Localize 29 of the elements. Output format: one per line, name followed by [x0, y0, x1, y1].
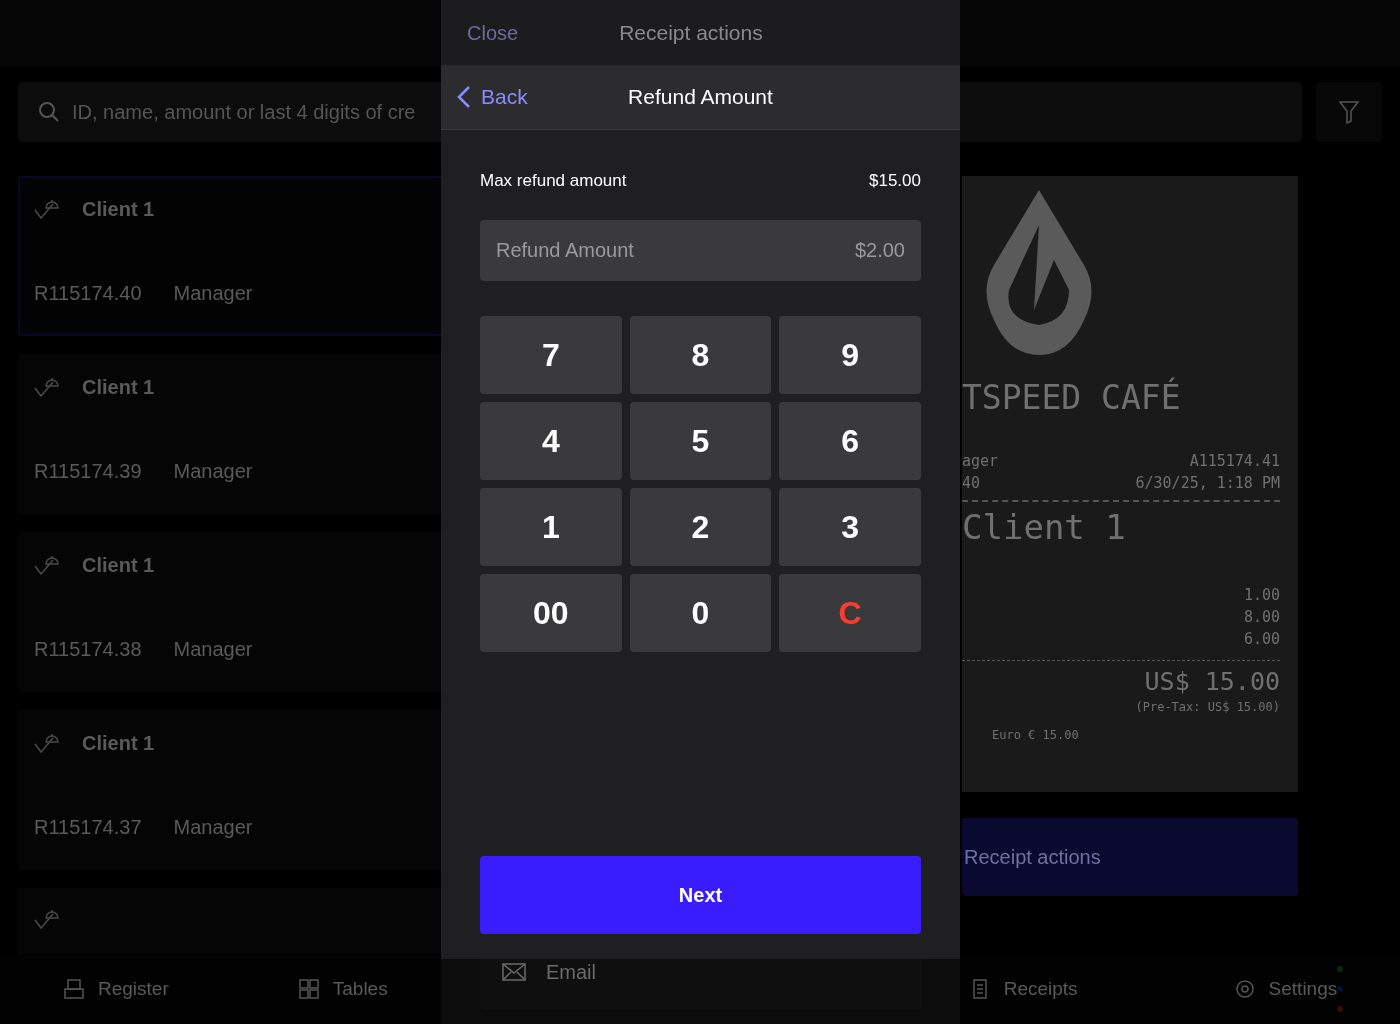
receipt-number: R115174.38 — [34, 637, 142, 662]
client-name: Client 1 — [82, 553, 155, 578]
line-amount: 1.00 — [1243, 585, 1280, 606]
max-refund-value: $15.00 — [869, 170, 921, 192]
receipt-meta-text: 40 — [962, 473, 981, 494]
currency-total: Euro € 15.00 — [991, 727, 1080, 744]
receipt-meta-text: ager — [962, 451, 999, 472]
client-name: Client 1 — [82, 197, 155, 222]
receipt-number: R115174.37 — [34, 815, 142, 840]
max-refund-label: Max refund amount — [480, 170, 627, 192]
line-amount: 6.00 — [1243, 629, 1280, 650]
pretax-total: (Pre-Tax: US$ 15.00) — [1135, 699, 1280, 716]
receipt-meta-text: A115174.41 — [1189, 451, 1280, 472]
employee-name: Manager — [173, 637, 253, 662]
employee-name: Manager — [173, 459, 253, 484]
line-amount: 8.00 — [1243, 607, 1280, 628]
dialog-title: Refund Amount — [628, 84, 773, 111]
employee-name: Manager — [173, 281, 253, 306]
client-name: Client 1 — [82, 375, 155, 400]
receipt-number: R115174.39 — [34, 459, 142, 484]
field-label: Refund Amount — [496, 238, 634, 263]
customer-name: Client 1 — [962, 510, 1127, 544]
client-name: Client 1 — [82, 731, 155, 756]
sheet-title: Receipt actions — [619, 19, 763, 46]
employee-name: Manager — [173, 815, 253, 840]
field-value: $2.00 — [854, 238, 905, 263]
receipt-number: R115174.40 — [34, 281, 142, 306]
receipt-total: US$ 15.00 — [1144, 669, 1280, 694]
receipt-meta-text: 6/30/25, 1:18 PM — [1135, 473, 1280, 494]
